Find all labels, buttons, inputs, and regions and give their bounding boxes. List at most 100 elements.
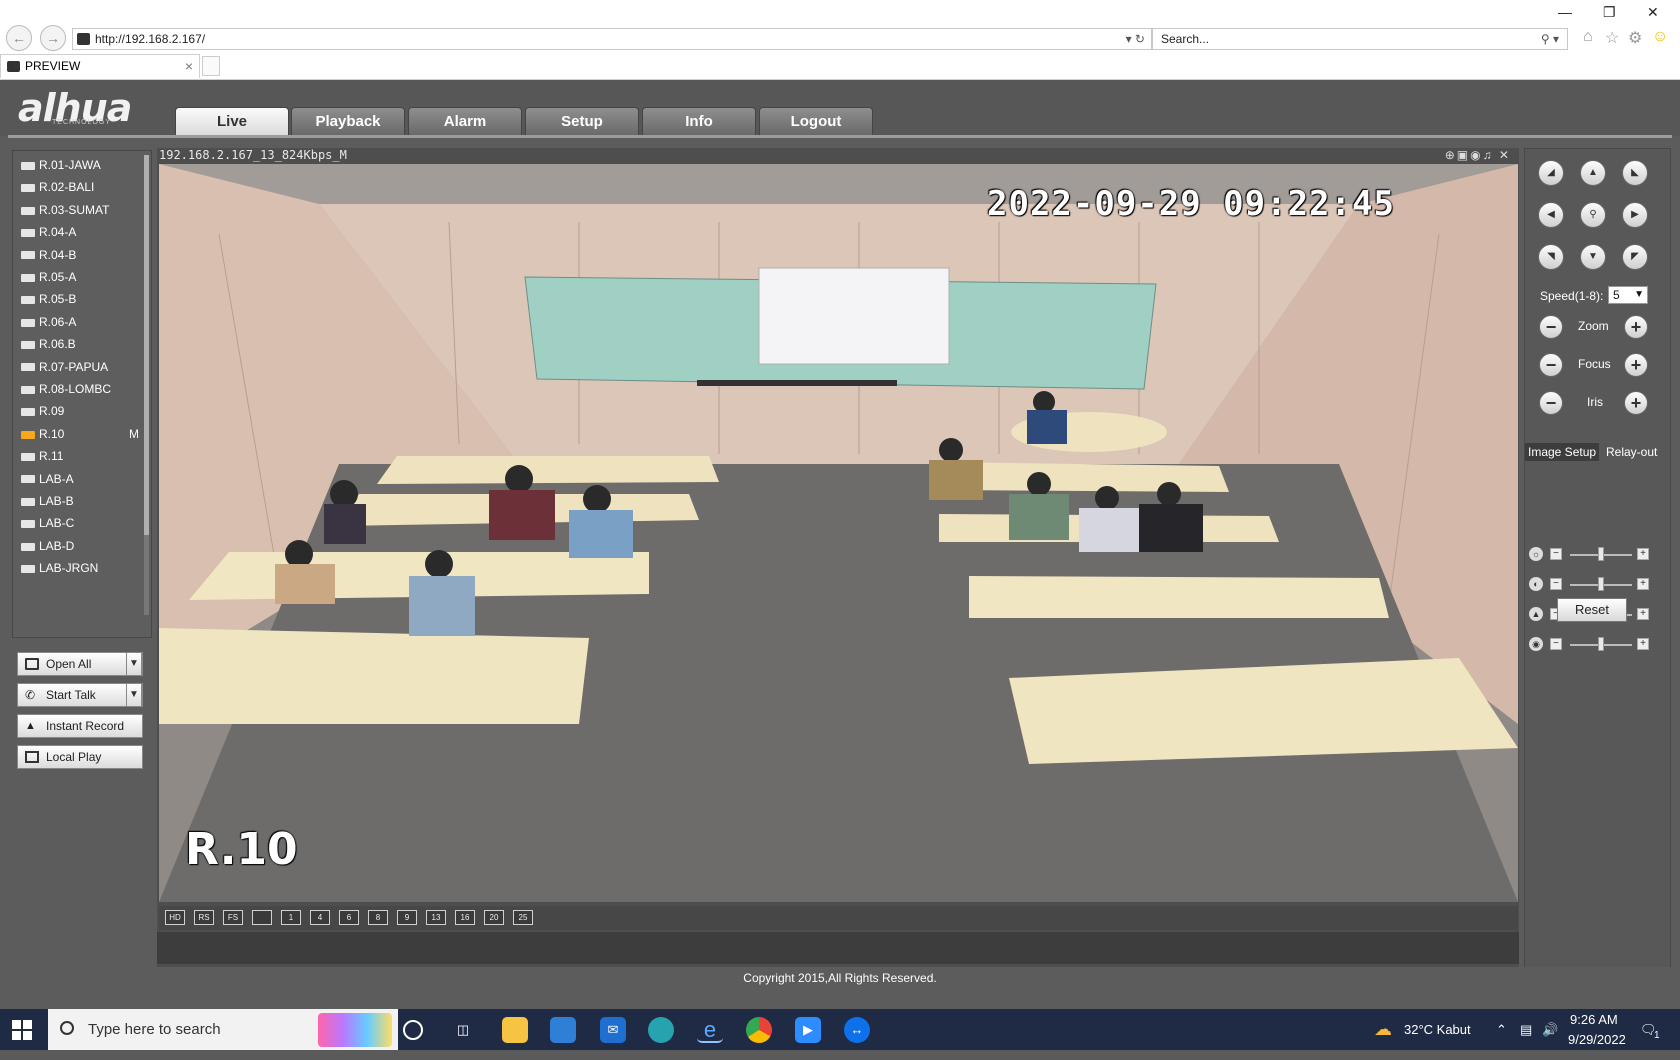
ptz-auto-scan-button[interactable]: ⚲ xyxy=(1580,202,1606,228)
contrast-increase-button[interactable]: + xyxy=(1637,578,1649,590)
tab-live[interactable]: Live xyxy=(175,107,289,135)
camera-item[interactable]: R.04-A xyxy=(21,222,139,242)
chrome-icon[interactable] xyxy=(746,1017,772,1043)
layout-button[interactable]: 8 xyxy=(368,910,388,925)
hue-decrease-button[interactable]: − xyxy=(1550,638,1562,650)
camera-item[interactable]: R.08-LOMBC xyxy=(21,379,139,399)
contrast-slider-knob[interactable] xyxy=(1598,577,1604,591)
ptz-down-right-button[interactable]: ◤ xyxy=(1622,244,1648,270)
layout-button[interactable]: 4 xyxy=(310,910,330,925)
instant-record-button[interactable]: ▲ Instant Record xyxy=(17,714,143,738)
internet-explorer-icon[interactable]: e xyxy=(697,1017,723,1043)
back-button[interactable]: ← xyxy=(6,25,32,51)
taskbar-search[interactable]: Type here to search xyxy=(48,1009,398,1050)
brightness-decrease-button[interactable]: − xyxy=(1550,548,1562,560)
layout-button[interactable]: HD xyxy=(165,910,185,925)
camera-item[interactable]: LAB-D xyxy=(21,536,139,556)
tray-chevron-icon[interactable]: ⌃ xyxy=(1496,1009,1507,1050)
home-icon[interactable]: ⌂ xyxy=(1583,28,1593,46)
zoom-out-button[interactable]: − xyxy=(1539,315,1563,339)
camera-item[interactable]: R.01-JAWA xyxy=(21,155,139,175)
mail-icon[interactable]: ✉ xyxy=(600,1017,626,1043)
ptz-up-right-button[interactable]: ◣ xyxy=(1622,160,1648,186)
camera-video-feed[interactable]: 2022-09-29 09:22:45 R.10 xyxy=(159,164,1518,902)
clock-date[interactable]: 9/29/2022 xyxy=(1568,1019,1626,1060)
ptz-down-left-button[interactable]: ◥ xyxy=(1538,244,1564,270)
minimize-icon[interactable]: — xyxy=(1558,4,1572,20)
tab-relay-out[interactable]: Relay-out xyxy=(1603,443,1660,461)
camera-item[interactable]: LAB-A xyxy=(21,469,139,489)
browser-tab[interactable]: PREVIEW × xyxy=(0,54,200,78)
weather-icon[interactable]: ☁ xyxy=(1374,1009,1392,1050)
ptz-up-left-button[interactable]: ◢ xyxy=(1538,160,1564,186)
ptz-right-button[interactable]: ▶ xyxy=(1622,202,1648,228)
cortana-icon[interactable] xyxy=(403,1020,423,1040)
layout-button[interactable]: 25 xyxy=(513,910,533,925)
ptz-down-button[interactable]: ▼ xyxy=(1580,244,1606,270)
camera-item[interactable]: LAB-B xyxy=(21,491,139,511)
layout-button[interactable]: 13 xyxy=(426,910,446,925)
camera-item[interactable]: R.02-BALI xyxy=(21,177,139,197)
camera-list-scroll-thumb[interactable] xyxy=(144,155,149,535)
hue-slider-knob[interactable] xyxy=(1598,637,1604,651)
start-button[interactable] xyxy=(12,1020,32,1040)
open-all-button[interactable]: Open All xyxy=(17,652,143,676)
video-tools[interactable]: ⊕▣◉♫ ✕ xyxy=(1445,148,1511,162)
camera-item[interactable]: R.11 xyxy=(21,446,139,466)
camera-item[interactable]: LAB-JRGN xyxy=(21,558,139,578)
layout-button[interactable]: 9 xyxy=(397,910,417,925)
brightness-slider-knob[interactable] xyxy=(1598,547,1604,561)
layout-button[interactable]: 6 xyxy=(339,910,359,925)
layout-button[interactable]: 1 xyxy=(281,910,301,925)
iris-close-button[interactable]: − xyxy=(1539,391,1563,415)
new-tab-button[interactable] xyxy=(202,56,220,76)
teamviewer-icon[interactable]: ↔ xyxy=(844,1017,870,1043)
task-view-icon[interactable]: ◫ xyxy=(450,1017,476,1043)
favorites-star-icon[interactable]: ☆ xyxy=(1605,28,1619,48)
camera-item[interactable]: R.05-A xyxy=(21,267,139,287)
hue-increase-button[interactable]: + xyxy=(1637,638,1649,650)
tab-setup[interactable]: Setup xyxy=(525,107,639,135)
zoom-in-button[interactable]: + xyxy=(1624,315,1648,339)
ptz-left-button[interactable]: ◀ xyxy=(1538,202,1564,228)
ptz-up-button[interactable]: ▲ xyxy=(1580,160,1606,186)
file-explorer-icon[interactable] xyxy=(502,1017,528,1043)
layout-button[interactable] xyxy=(252,910,272,925)
close-tab-icon[interactable]: × xyxy=(185,55,193,77)
weather-text[interactable]: 32°C Kabut xyxy=(1404,1009,1471,1050)
tab-playback[interactable]: Playback xyxy=(291,107,405,135)
volume-icon[interactable]: 🔊 xyxy=(1542,1009,1558,1050)
forward-button[interactable]: → xyxy=(40,25,66,51)
tab-logout[interactable]: Logout xyxy=(759,107,873,135)
brightness-increase-button[interactable]: + xyxy=(1637,548,1649,560)
camera-item[interactable]: LAB-C xyxy=(21,513,139,533)
camera-item[interactable]: R.06-A xyxy=(21,312,139,332)
tab-info[interactable]: Info xyxy=(642,107,756,135)
store-icon[interactable] xyxy=(550,1017,576,1043)
camera-item[interactable]: R.07-PAPUA xyxy=(21,357,139,377)
feedback-smiley-icon[interactable]: ☺ xyxy=(1652,28,1668,46)
camera-item[interactable]: R.09 xyxy=(21,401,139,421)
open-all-dropdown[interactable]: ▼ xyxy=(126,652,142,676)
address-bar[interactable]: http://192.168.2.167/ ▾ ↻ xyxy=(72,28,1152,50)
iris-open-button[interactable]: + xyxy=(1624,391,1648,415)
start-talk-dropdown[interactable]: ▼ xyxy=(126,683,142,707)
contrast-decrease-button[interactable]: − xyxy=(1550,578,1562,590)
focus-far-button[interactable]: + xyxy=(1624,353,1648,377)
network-icon[interactable]: ▤ xyxy=(1520,1009,1532,1050)
restore-icon[interactable]: ❐ xyxy=(1603,4,1616,21)
camera-item[interactable]: R.10 M xyxy=(21,424,139,444)
tab-image-setup[interactable]: Image Setup xyxy=(1525,443,1600,461)
tab-alarm[interactable]: Alarm xyxy=(408,107,522,135)
camera-item[interactable]: R.06.B xyxy=(21,334,139,354)
search-icon[interactable]: ⚲ ▾ xyxy=(1541,29,1559,49)
saturation-increase-button[interactable]: + xyxy=(1637,608,1649,620)
refresh-icon[interactable]: ▾ ↻ xyxy=(1126,29,1145,49)
camera-item[interactable]: R.03-SUMAT xyxy=(21,200,139,220)
browser-search-field[interactable]: Search... ⚲ ▾ xyxy=(1152,28,1568,50)
local-play-button[interactable]: Local Play xyxy=(17,745,143,769)
settings-gear-icon[interactable]: ⚙ xyxy=(1628,28,1642,48)
edge-icon[interactable] xyxy=(648,1017,674,1043)
camera-item[interactable]: R.04-B xyxy=(21,245,139,265)
camera-item[interactable]: R.05-B xyxy=(21,289,139,309)
